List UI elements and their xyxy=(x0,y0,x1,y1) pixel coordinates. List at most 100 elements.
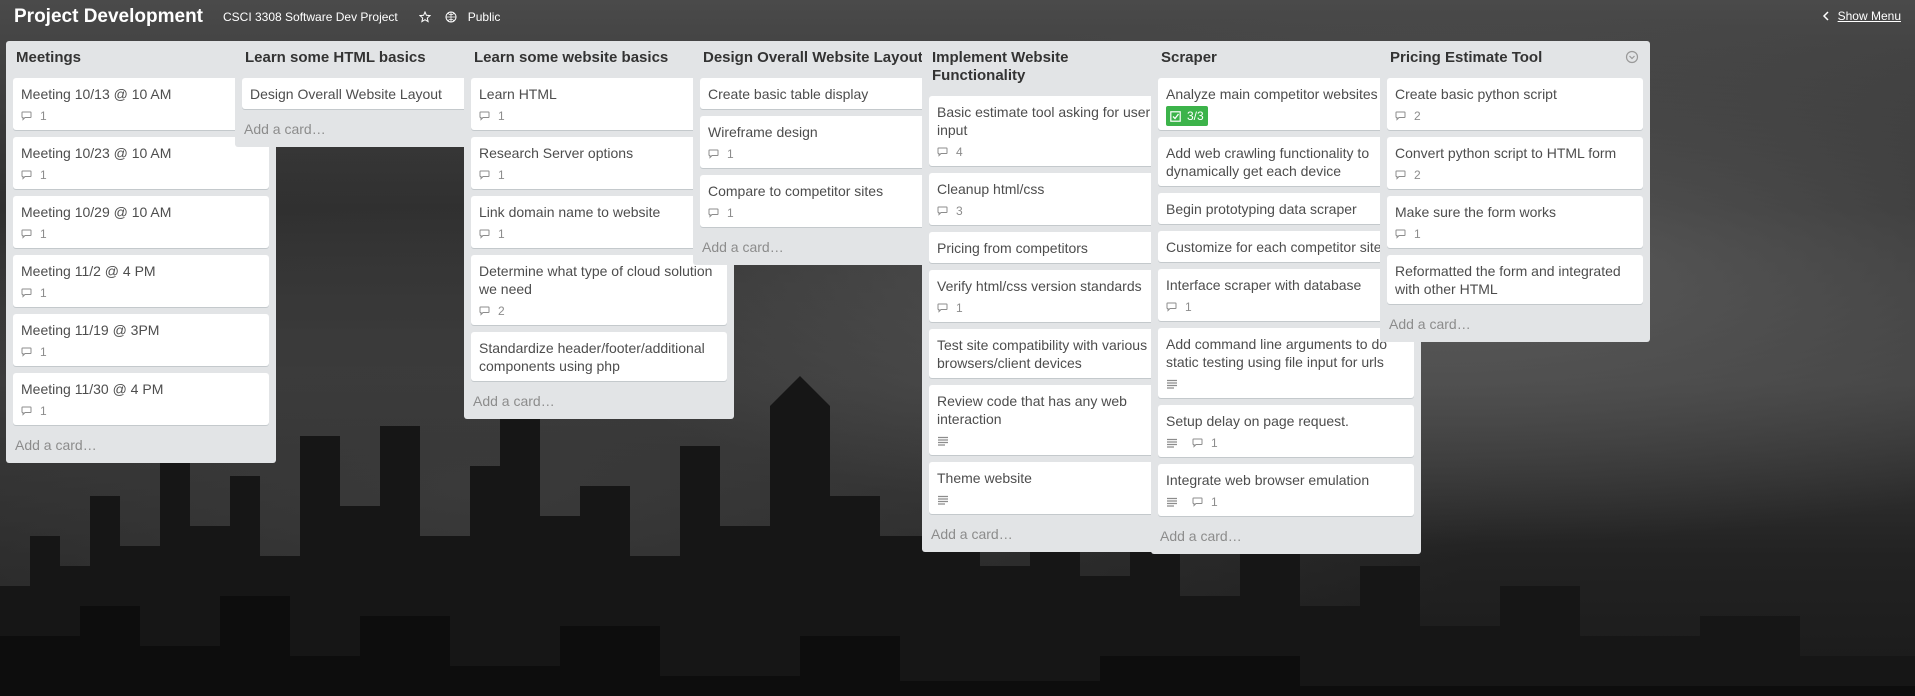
description-icon xyxy=(1166,497,1182,507)
card-badges: 1 xyxy=(21,344,261,360)
comment-icon xyxy=(479,306,494,316)
comments-badge: 1 xyxy=(21,284,47,302)
star-icon[interactable] xyxy=(416,8,434,26)
card-title: Research Server options xyxy=(479,145,634,161)
card[interactable]: Standardize header/footer/additional com… xyxy=(471,332,727,381)
card-badges: 1 xyxy=(21,403,261,419)
add-card-button[interactable]: Add a card… xyxy=(242,109,498,139)
card[interactable]: Create basic table display xyxy=(700,78,956,109)
comments-badge: 1 xyxy=(1192,493,1218,511)
card[interactable]: Analyze main competitor websites 3/3 xyxy=(1158,78,1414,130)
card[interactable]: Test site compatibility with various bro… xyxy=(929,329,1185,378)
description-icon xyxy=(937,436,953,446)
comment-icon xyxy=(21,288,36,298)
description-badge xyxy=(1166,379,1182,389)
card[interactable]: Link domain name to website 1 xyxy=(471,196,727,248)
card[interactable]: Reformatted the form and integrated with… xyxy=(1387,255,1643,304)
comment-count: 1 xyxy=(40,227,47,241)
card[interactable]: Review code that has any web interaction xyxy=(929,385,1185,455)
card[interactable]: Learn HTML 1 xyxy=(471,78,727,130)
list-title[interactable]: Pricing Estimate Tool xyxy=(1390,49,1542,66)
list-header[interactable]: Implement Website Functionality xyxy=(929,41,1185,89)
list-menu-icon[interactable] xyxy=(1625,50,1639,64)
card[interactable]: Pricing from competitors xyxy=(929,232,1185,263)
list-pricing-estimate-tool[interactable]: Pricing Estimate Tool Create basic python… xyxy=(1380,41,1650,342)
card[interactable]: Convert python script to HTML form 2 xyxy=(1387,137,1643,189)
add-card-button[interactable]: Add a card… xyxy=(1387,304,1643,334)
board-organization[interactable]: CSCI 3308 Software Dev Project xyxy=(223,10,398,24)
comments-badge: 1 xyxy=(708,204,734,222)
card[interactable]: Begin prototyping data scraper xyxy=(1158,193,1414,224)
comments-badge: 1 xyxy=(479,107,505,125)
list-title[interactable]: Implement Website Functionality xyxy=(932,49,1068,84)
comment-icon xyxy=(479,170,494,180)
comments-badge: 2 xyxy=(1395,107,1421,125)
comment-icon xyxy=(21,406,36,416)
list-header[interactable]: Pricing Estimate Tool xyxy=(1387,41,1643,71)
list-title[interactable]: Meetings xyxy=(16,49,81,66)
card[interactable]: Interface scraper with database 1 xyxy=(1158,269,1414,321)
card-title: Verify html/css version standards xyxy=(937,278,1142,294)
globe-icon[interactable] xyxy=(442,8,460,26)
card-badges: 1 xyxy=(708,146,948,162)
card-title: Standardize header/footer/additional com… xyxy=(479,340,705,374)
card[interactable]: Integrate web browser emulation 1 xyxy=(1158,464,1414,516)
card[interactable]: Make sure the form works 1 xyxy=(1387,196,1643,248)
add-card-button[interactable]: Add a card… xyxy=(471,381,727,411)
card[interactable]: Customize for each competitor site xyxy=(1158,231,1414,262)
list-header[interactable]: Learn some website basics xyxy=(471,41,727,71)
list-header[interactable]: Design Overall Website Layout xyxy=(700,41,956,71)
card[interactable]: Meeting 11/30 @ 4 PM 1 xyxy=(13,373,269,425)
card[interactable]: Research Server options 1 xyxy=(471,137,727,189)
card[interactable]: Theme website xyxy=(929,462,1185,514)
card-title: Meeting 11/2 @ 4 PM xyxy=(21,263,156,279)
visibility-public-button[interactable]: Public xyxy=(468,10,501,24)
comment-icon xyxy=(479,229,494,239)
card[interactable]: Determine what type of cloud solution we… xyxy=(471,255,727,325)
card[interactable]: Add web crawling functionality to dynami… xyxy=(1158,137,1414,186)
card[interactable]: Add command line arguments to do static … xyxy=(1158,328,1414,398)
board-canvas: Meetings Meeting 10/13 @ 10 AM 1 Meeting 10… xyxy=(6,41,1915,696)
card[interactable]: Cleanup html/css 3 xyxy=(929,173,1185,225)
list-title[interactable]: Design Overall Website Layout xyxy=(703,49,923,66)
list-title[interactable]: Learn some website basics xyxy=(474,49,668,66)
card[interactable]: Wireframe design 1 xyxy=(700,116,956,168)
card[interactable]: Meeting 10/23 @ 10 AM 1 xyxy=(13,137,269,189)
list-header[interactable]: Scraper xyxy=(1158,41,1414,71)
card-title: Theme website xyxy=(937,470,1032,486)
card[interactable]: Meeting 11/19 @ 3PM 1 xyxy=(13,314,269,366)
card[interactable]: Basic estimate tool asking for user inpu… xyxy=(929,96,1185,166)
card-badges: 1 xyxy=(21,167,261,183)
card[interactable]: Meeting 11/2 @ 4 PM 1 xyxy=(13,255,269,307)
card[interactable]: Meeting 10/13 @ 10 AM 1 xyxy=(13,78,269,130)
comments-badge: 4 xyxy=(937,143,963,161)
add-card-button[interactable]: Add a card… xyxy=(700,227,956,257)
card[interactable]: Design Overall Website Layout xyxy=(242,78,498,109)
list-header[interactable]: Meetings xyxy=(13,41,269,71)
description-icon xyxy=(1166,438,1182,448)
add-card-button[interactable]: Add a card… xyxy=(929,514,1185,544)
list-title[interactable]: Scraper xyxy=(1161,49,1217,66)
card[interactable]: Meeting 10/29 @ 10 AM 1 xyxy=(13,196,269,248)
add-card-button[interactable]: Add a card… xyxy=(13,425,269,455)
card-title: Integrate web browser emulation xyxy=(1166,472,1370,488)
comment-icon xyxy=(1395,170,1410,180)
board-title[interactable]: Project Development xyxy=(14,6,203,28)
add-card-button[interactable]: Add a card… xyxy=(1158,516,1414,546)
card-title: Begin prototyping data scraper xyxy=(1166,201,1357,217)
card-badges: 2 xyxy=(479,303,719,319)
list-header[interactable]: Learn some HTML basics xyxy=(242,41,498,71)
comments-badge: 1 xyxy=(21,225,47,243)
card-title: Determine what type of cloud solution we… xyxy=(479,263,713,297)
card-badges xyxy=(1166,376,1406,392)
card[interactable]: Setup delay on page request. 1 xyxy=(1158,405,1414,457)
list-title[interactable]: Learn some HTML basics xyxy=(245,49,426,66)
card-title: Basic estimate tool asking for user inpu… xyxy=(937,104,1151,138)
card-title: Pricing from competitors xyxy=(937,240,1088,256)
comments-badge: 1 xyxy=(1192,434,1218,452)
show-menu-button[interactable]: Show Menu xyxy=(1822,9,1901,23)
card[interactable]: Create basic python script 2 xyxy=(1387,78,1643,130)
comment-icon xyxy=(21,229,36,239)
card[interactable]: Compare to competitor sites 1 xyxy=(700,175,956,227)
card[interactable]: Verify html/css version standards 1 xyxy=(929,270,1185,322)
